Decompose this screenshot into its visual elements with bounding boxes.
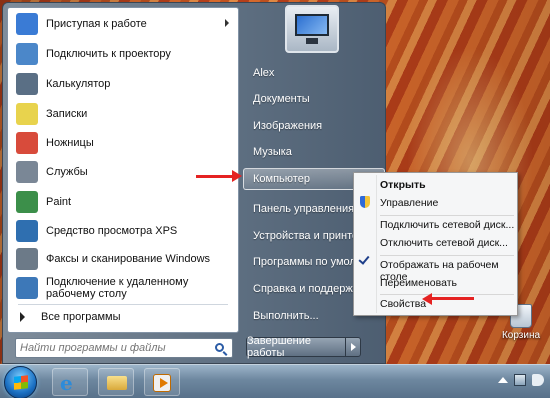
program-label: Записки <box>46 108 88 120</box>
red-pointer-arrow-computer <box>196 170 242 182</box>
link-documents[interactable]: Документы <box>253 93 310 105</box>
search-icon[interactable] <box>215 343 224 352</box>
program-xps-viewer[interactable]: Средство просмотра XPS <box>10 217 237 245</box>
taskbar-media-player[interactable] <box>144 368 180 396</box>
program-snipping-tool[interactable]: Ножницы <box>10 129 237 157</box>
projector-icon <box>16 43 38 65</box>
menu-item-properties[interactable]: Свойства <box>380 298 426 310</box>
link-pictures[interactable]: Изображения <box>253 120 322 132</box>
program-label: Ножницы <box>46 137 94 149</box>
menu-item-map-network-drive[interactable]: Подключить сетевой диск... <box>380 219 514 231</box>
link-help-support[interactable]: Справка и поддержка <box>253 283 364 295</box>
recycle-bin-label: Корзина <box>501 330 541 341</box>
link-control-panel[interactable]: Панель управления <box>253 203 354 215</box>
menu-separator <box>380 255 514 256</box>
taskbar-file-explorer[interactable] <box>98 368 134 396</box>
sticky-notes-icon <box>16 103 38 125</box>
link-user[interactable]: Alex <box>253 67 274 79</box>
program-fax-scan[interactable]: Факсы и сканирование Windows <box>10 245 237 273</box>
search-input[interactable] <box>20 342 200 354</box>
all-programs-label: Все программы <box>41 311 121 323</box>
all-programs-button[interactable]: Все программы <box>20 311 120 323</box>
taskbar-internet-explorer[interactable]: e <box>52 368 88 396</box>
folder-icon <box>107 376 127 390</box>
network-icon[interactable] <box>514 374 526 386</box>
show-hidden-icons-icon[interactable] <box>498 377 508 383</box>
system-tray <box>498 374 544 386</box>
shutdown-button[interactable]: Завершение работы <box>246 335 346 359</box>
menu-separator <box>380 215 514 216</box>
services-gear-icon <box>16 161 38 183</box>
link-computer[interactable]: Компьютер <box>253 173 310 185</box>
program-connect-projector[interactable]: Подключить к проектору <box>10 40 237 68</box>
menu-item-rename[interactable]: Переименовать <box>380 277 457 289</box>
xps-viewer-icon <box>16 220 38 242</box>
program-remote-desktop[interactable]: Подключение к удаленному рабочему столу <box>10 272 237 304</box>
menu-separator <box>380 294 514 295</box>
program-sticky-notes[interactable]: Записки <box>10 100 237 128</box>
taskbar: e <box>0 364 550 398</box>
paint-icon <box>16 191 38 213</box>
program-calculator[interactable]: Калькулятор <box>10 70 237 98</box>
program-services[interactable]: Службы <box>10 158 237 186</box>
link-music[interactable]: Музыка <box>253 146 292 158</box>
program-label: Подключить к проектору <box>46 48 171 60</box>
link-run[interactable]: Выполнить... <box>253 310 319 322</box>
triangle-right-icon <box>351 343 356 351</box>
checkmark-icon <box>358 253 370 265</box>
getting-started-icon <box>16 13 38 35</box>
start-menu: Приступая к работе Подключить к проектор… <box>2 2 386 364</box>
program-label: Paint <box>46 196 72 208</box>
scissors-icon <box>16 132 38 154</box>
program-label: Подключение к удаленному рабочему столу <box>46 276 189 300</box>
uac-shield-icon <box>360 196 370 208</box>
menu-item-open[interactable]: Открыть <box>380 179 426 191</box>
program-getting-started[interactable]: Приступая к работе <box>10 10 237 38</box>
red-pointer-arrow-properties <box>430 297 474 300</box>
fax-scan-icon <box>16 248 38 270</box>
programs-panel: Приступая к работе Подключить к проектор… <box>7 7 239 333</box>
shutdown-options-button[interactable] <box>345 337 361 357</box>
start-button[interactable] <box>4 366 37 398</box>
user-picture[interactable] <box>285 5 339 53</box>
menu-item-disconnect-network-drive[interactable]: Отключить сетевой диск... <box>380 237 508 249</box>
internet-explorer-icon: e <box>60 371 73 395</box>
program-label: Службы <box>46 166 88 178</box>
menu-item-manage[interactable]: Управление <box>380 197 438 209</box>
windows-logo-icon <box>14 375 28 390</box>
monitor-icon <box>295 14 329 36</box>
separator <box>18 304 228 305</box>
calculator-icon <box>16 73 38 95</box>
program-label: Факсы и сканирование Windows <box>46 253 211 265</box>
media-player-icon <box>153 374 171 392</box>
remote-desktop-icon <box>16 277 38 299</box>
submenu-arrow-icon <box>225 19 229 27</box>
triangle-right-icon <box>20 312 25 322</box>
context-menu: Открыть Управление Подключить сетевой ди… <box>353 172 518 316</box>
program-label: Приступая к работе <box>46 18 147 30</box>
program-label: Калькулятор <box>46 78 111 90</box>
volume-icon[interactable] <box>532 374 544 386</box>
monitor-stand <box>306 38 318 44</box>
program-label: Средство просмотра XPS <box>46 225 178 237</box>
program-paint[interactable]: Paint <box>10 188 237 216</box>
search-box[interactable] <box>15 338 233 358</box>
